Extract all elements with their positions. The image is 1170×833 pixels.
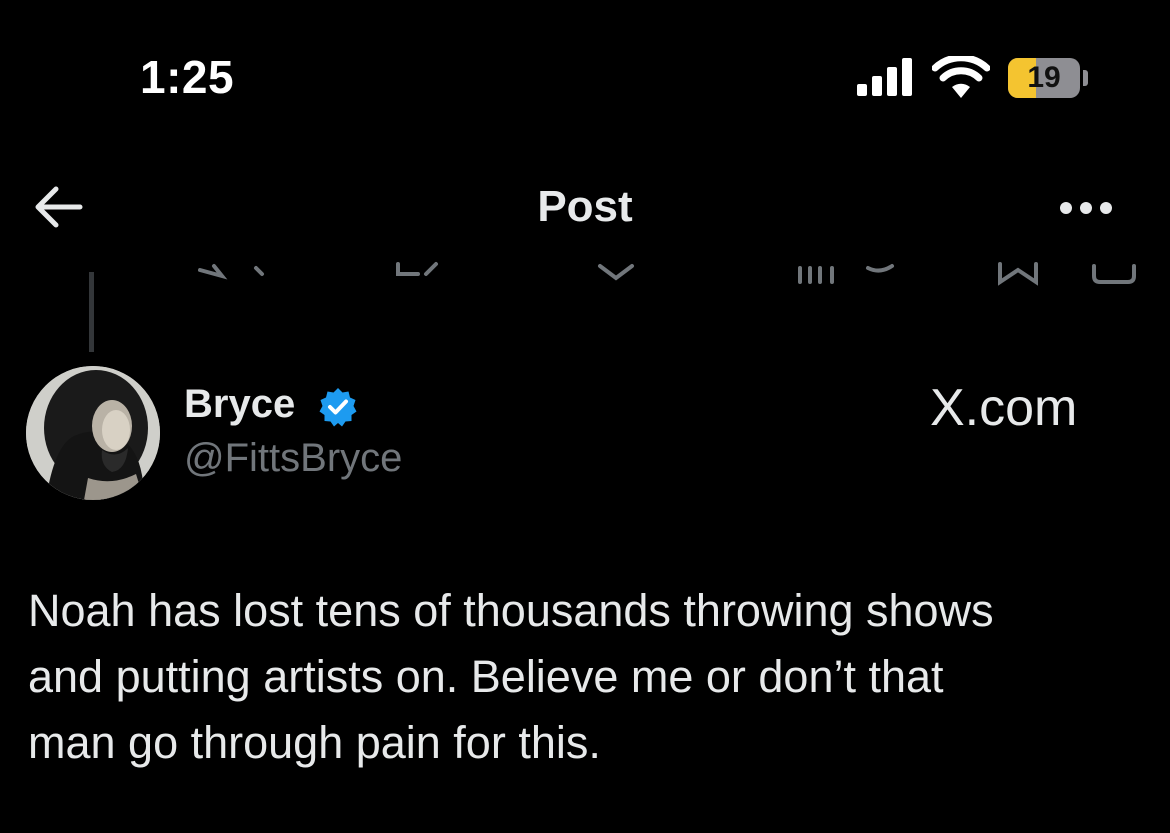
- author-name[interactable]: Bryce: [184, 382, 295, 427]
- thread-connector-line: [89, 272, 94, 352]
- post-text-line: and putting artists on. Believe me or do…: [28, 651, 944, 702]
- avatar-portrait-icon: [26, 366, 160, 500]
- signal-icon: [857, 58, 912, 96]
- avatar[interactable]: [26, 366, 160, 500]
- post-text: Noah has lost tens of thousands throwing…: [28, 578, 1148, 776]
- post-text-line: Noah has lost tens of thousands throwing…: [28, 585, 994, 636]
- page-title: Post: [537, 182, 633, 231]
- status-time: 1:25: [140, 51, 235, 103]
- more-icon[interactable]: [1058, 200, 1114, 216]
- author-handle[interactable]: @FittsBryce: [184, 436, 402, 481]
- battery-level: 19: [1027, 61, 1061, 94]
- post-text-line: man go through pain for this.: [28, 717, 601, 768]
- battery-icon: 19: [1008, 58, 1088, 98]
- verified-badge-icon: [319, 388, 357, 427]
- wifi-icon: [932, 56, 990, 98]
- previous-post-actions-icons: [198, 262, 1136, 286]
- previous-post-action-bar: [0, 252, 1170, 286]
- source-watermark: X.com: [930, 379, 1078, 437]
